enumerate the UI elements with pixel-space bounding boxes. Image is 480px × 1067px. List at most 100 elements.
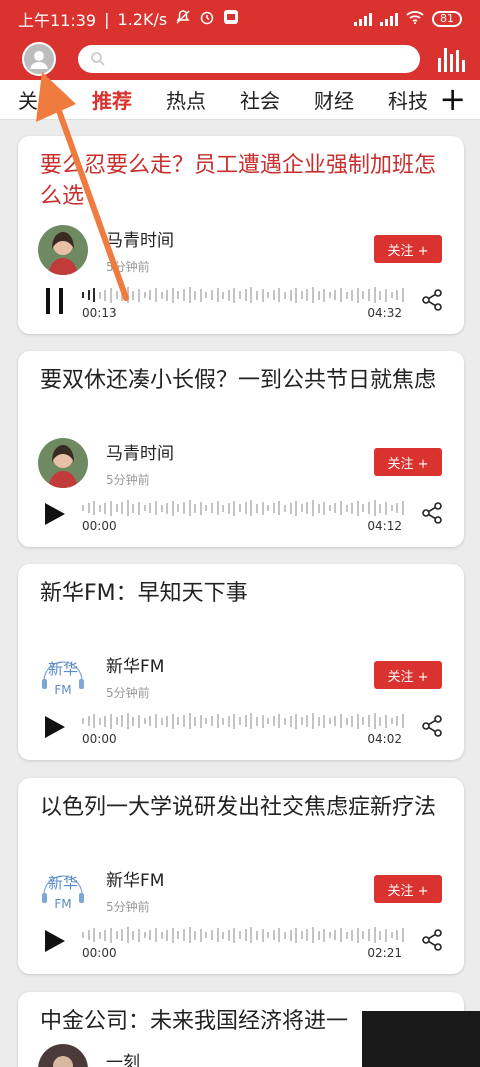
play-icon[interactable]	[42, 926, 68, 956]
follow-button[interactable]: 关注 +	[374, 448, 442, 476]
card-title[interactable]: 要双休还凑小长假？一到公共节日就焦虑	[40, 365, 450, 396]
waveform-bar	[110, 287, 113, 303]
card-title[interactable]: 以色列一大学说研发出社交焦虑症新疗法	[40, 792, 450, 823]
card-title[interactable]: 要么忍要么走？员工遭遇企业强制加班怎么选	[40, 150, 450, 212]
waveform-bar	[356, 287, 359, 303]
waveform-bar	[205, 932, 208, 938]
add-channel-icon[interactable]: +	[439, 82, 466, 116]
waveform-bar	[182, 715, 185, 727]
audio-waveform[interactable]	[82, 499, 404, 517]
tab-follow[interactable]: 关注	[18, 85, 58, 114]
author-name[interactable]: 一刻	[106, 1048, 140, 1067]
waveform-bar	[362, 291, 365, 299]
audio-card[interactable]: 以色列一大学说研发出社交焦虑症新疗法 新华 FM 新华FM 5分钟前 关注 + 0…	[18, 778, 464, 974]
author-avatar[interactable]	[38, 1044, 88, 1067]
waveform-bar	[311, 287, 314, 303]
waveform-bar	[345, 717, 348, 725]
waveform-bar	[227, 289, 230, 301]
xinhua-fm-logo[interactable]: 新华 FM	[38, 865, 88, 915]
waveform-bar	[216, 288, 219, 302]
audio-waveform[interactable]	[82, 286, 404, 304]
waveform-bar	[98, 291, 101, 299]
waveform-bar	[396, 716, 399, 726]
current-time: 00:00	[82, 732, 117, 746]
waveform-bar	[396, 290, 399, 300]
waveform-bar	[244, 715, 247, 727]
current-time: 00:00	[82, 519, 117, 533]
waveform-bar	[227, 715, 230, 727]
audio-card[interactable]: 新华FM：早知天下事 新华 FM 新华FM 5分钟前 关注 + 00:00 04:…	[18, 564, 464, 760]
author-name[interactable]: 马青时间	[106, 226, 174, 251]
waveform-bar	[171, 287, 174, 303]
waveform-bar	[373, 713, 376, 729]
author-name[interactable]: 马青时间	[106, 439, 174, 464]
app-header	[0, 38, 480, 80]
share-icon[interactable]	[420, 288, 444, 312]
waveform-bar	[295, 500, 298, 516]
share-icon[interactable]	[420, 501, 444, 525]
share-icon[interactable]	[420, 928, 444, 952]
signal-icon-2	[380, 12, 398, 26]
waveform-bar	[154, 501, 157, 515]
share-icon[interactable]	[420, 714, 444, 738]
follow-button[interactable]: 关注 +	[374, 661, 442, 689]
waveform-bar	[166, 929, 169, 941]
waveform-bar	[379, 930, 382, 940]
waveform-bar	[160, 717, 163, 725]
waveform-bar	[149, 290, 152, 300]
waveform-bar	[154, 714, 157, 728]
author-avatar[interactable]	[38, 438, 88, 488]
audio-card[interactable]: 要双休还凑小长假？一到公共节日就焦虑 马青时间 5分钟前 关注 + 00:00 …	[18, 351, 464, 547]
card-title[interactable]: 新华FM：早知天下事	[40, 578, 450, 609]
waveform-bar	[323, 928, 326, 942]
waveform-bar	[362, 504, 365, 512]
audio-bars-icon[interactable]	[438, 46, 468, 72]
waveform-bar	[356, 713, 359, 729]
tab-hot[interactable]: 热点	[166, 85, 206, 114]
waveform-bar	[373, 927, 376, 943]
waveform-bar	[154, 288, 157, 302]
tab-society[interactable]: 社会	[240, 85, 280, 114]
audio-waveform[interactable]	[82, 926, 404, 944]
play-icon[interactable]	[42, 712, 68, 742]
waveform-bar	[255, 503, 258, 513]
waveform-bar	[283, 504, 286, 512]
waveform-bar	[345, 291, 348, 299]
waveform-bar	[211, 290, 214, 300]
audio-card[interactable]: 要么忍要么走？员工遭遇企业强制加班怎么选 马青时间 5分钟前 关注 + 00:1…	[18, 136, 464, 334]
author-name[interactable]: 新华FM	[106, 652, 164, 677]
waveform-bar	[182, 502, 185, 514]
pause-icon[interactable]	[42, 286, 68, 316]
audio-waveform[interactable]	[82, 712, 404, 730]
tab-finance[interactable]: 财经	[314, 85, 354, 114]
play-icon[interactable]	[42, 499, 68, 529]
waveform-bar	[194, 503, 197, 513]
waveform-bar	[182, 929, 185, 941]
waveform-bar	[390, 505, 393, 511]
author-avatar[interactable]	[38, 225, 88, 275]
follow-button[interactable]: 关注 +	[374, 235, 442, 263]
waveform-bar	[289, 929, 292, 941]
current-time: 00:00	[82, 946, 117, 960]
waveform-bar	[295, 287, 298, 303]
waveform-bar	[160, 931, 163, 939]
waveform-bar	[160, 504, 163, 512]
waveform-bar	[93, 928, 96, 942]
waveform-bar	[205, 505, 208, 511]
search-input[interactable]	[78, 45, 420, 73]
waveform-bar	[295, 927, 298, 943]
waveform-bar	[199, 288, 202, 302]
follow-button[interactable]: 关注 +	[374, 875, 442, 903]
waveform-bar	[261, 501, 264, 515]
waveform-bar	[121, 929, 124, 941]
xinhua-fm-logo[interactable]: 新华 FM	[38, 651, 88, 701]
author-name[interactable]: 新华FM	[106, 866, 164, 891]
waveform-bar	[373, 287, 376, 303]
user-avatar-button[interactable]	[22, 42, 56, 76]
tab-recommend[interactable]: 推荐	[92, 85, 132, 114]
waveform-bar	[340, 928, 343, 942]
waveform-bar	[132, 716, 135, 726]
waveform-bar	[126, 713, 129, 729]
waveform-bar	[300, 291, 303, 299]
tab-tech[interactable]: 科技	[388, 85, 428, 114]
